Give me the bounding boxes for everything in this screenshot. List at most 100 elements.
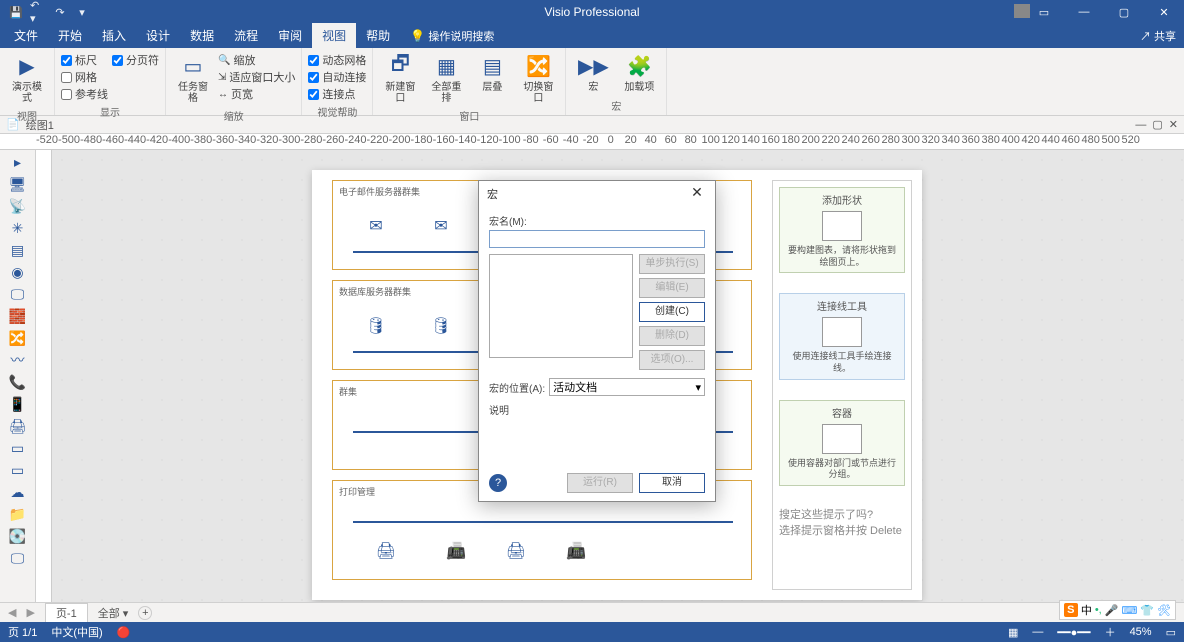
- copier-icon[interactable]: 🖨: [503, 541, 529, 561]
- autoconnect-checkbox[interactable]: 自动连接: [308, 69, 366, 85]
- task-pane-button[interactable]: ▭ 任务窗格: [172, 50, 214, 106]
- mail-server-icon[interactable]: ✉: [428, 216, 454, 236]
- add-page-button[interactable]: +: [138, 606, 152, 620]
- shape-switch-icon[interactable]: 🔀: [8, 330, 28, 346]
- shape-firewall-icon[interactable]: 🧱: [8, 308, 28, 324]
- next-page-icon[interactable]: ▶: [26, 606, 34, 619]
- fit-page-icon[interactable]: ▭: [1166, 626, 1176, 639]
- cascade-button[interactable]: ▤层叠: [471, 50, 513, 95]
- tab-design[interactable]: 设计: [136, 23, 180, 48]
- shape-printer-icon[interactable]: 🖨: [8, 418, 28, 434]
- tab-home[interactable]: 开始: [48, 23, 92, 48]
- language-status[interactable]: 中文(中国): [51, 624, 102, 640]
- tab-insert[interactable]: 插入: [92, 23, 136, 48]
- undo-icon[interactable]: ↶ ▾: [30, 4, 46, 20]
- zoom-in-icon[interactable]: ＋: [1105, 624, 1116, 640]
- ime-tools-icon[interactable]: 🛠: [1157, 604, 1171, 617]
- macro-location-select[interactable]: 活动文档▾: [549, 378, 705, 396]
- page-width-button[interactable]: ↔ 页宽: [218, 86, 295, 102]
- zoom-button[interactable]: 🔍 缩放: [218, 52, 295, 68]
- shape-more2-icon[interactable]: ▭: [8, 462, 28, 478]
- create-button[interactable]: 创建(C): [639, 302, 705, 322]
- shape-more1-icon[interactable]: ▭: [8, 440, 28, 456]
- tab-data[interactable]: 数据: [180, 23, 224, 48]
- shapes-strip[interactable]: ▸ 🖥 📡 ✳ ▤ ◉ 🖵 🧱 🔀 〰 📞 📱 🖨 ▭ ▭ ☁ 📁 💽 🖵: [0, 150, 36, 602]
- zoom-level[interactable]: 45%: [1130, 626, 1152, 638]
- redo-icon[interactable]: ↷: [52, 4, 68, 20]
- user-avatar[interactable]: [1014, 4, 1030, 18]
- arrange-all-button[interactable]: ▦全部重排: [425, 50, 467, 106]
- pagebreaks-checkbox[interactable]: 分页符: [112, 52, 159, 68]
- shape-router-icon[interactable]: ◉: [8, 264, 28, 280]
- shape-cloud-icon[interactable]: ☁: [8, 484, 28, 500]
- shape-chevron-icon[interactable]: ▸: [8, 154, 28, 170]
- delete-button[interactable]: 删除(D): [639, 326, 705, 346]
- prev-page-icon[interactable]: ◀: [8, 606, 16, 619]
- conn-points-checkbox[interactable]: 连接点: [308, 86, 366, 102]
- ime-mode[interactable]: 中: [1081, 602, 1092, 618]
- doc-close-icon[interactable]: ✕: [1169, 118, 1178, 131]
- presentation-mode-button[interactable]: ▶ 演示模式: [6, 50, 48, 106]
- database-icon[interactable]: 🛢: [363, 316, 389, 336]
- grid-checkbox[interactable]: 网格: [61, 69, 108, 85]
- shape-tablet-icon[interactable]: 📱: [8, 396, 28, 412]
- macro-name-input[interactable]: [489, 230, 705, 248]
- zoom-slider[interactable]: ━━●━━: [1057, 626, 1090, 639]
- guides-checkbox[interactable]: 参考线: [61, 86, 108, 102]
- close-icon[interactable]: ✕: [1144, 0, 1184, 24]
- dialog-titlebar[interactable]: 宏 ✕: [479, 181, 715, 207]
- doc-restore-icon[interactable]: ▢: [1152, 118, 1162, 131]
- tab-process[interactable]: 流程: [224, 23, 268, 48]
- shape-monitor-icon[interactable]: 🖵: [8, 286, 28, 302]
- shape-rack-icon[interactable]: ▤: [8, 242, 28, 258]
- share-button[interactable]: ↗ 共享: [1140, 28, 1176, 44]
- database-icon[interactable]: 🛢: [428, 316, 454, 336]
- scanner-icon[interactable]: 📠: [443, 541, 469, 561]
- tab-view[interactable]: 视图: [312, 23, 356, 48]
- shape-display-icon[interactable]: 🖵: [8, 550, 28, 566]
- view-mode-icon[interactable]: ▦: [1008, 626, 1018, 639]
- all-pages-tab[interactable]: 全部 ▾: [98, 605, 129, 621]
- printer-icon[interactable]: 🖨: [373, 541, 399, 561]
- zoom-out-icon[interactable]: —: [1032, 626, 1043, 638]
- tab-file[interactable]: 文件: [4, 23, 48, 48]
- ribbon-options-icon[interactable]: ▭: [1024, 0, 1064, 24]
- new-window-button[interactable]: 🗗新建窗口: [379, 50, 421, 106]
- shape-wifi-icon[interactable]: 📡: [8, 198, 28, 214]
- shape-folder-icon[interactable]: 📁: [8, 506, 28, 522]
- macros-button[interactable]: ▶▶宏: [572, 50, 614, 95]
- qat-more-icon[interactable]: ▾: [74, 4, 90, 20]
- shape-star-icon[interactable]: ✳: [8, 220, 28, 236]
- run-button[interactable]: 运行(R): [567, 473, 633, 493]
- ruler-checkbox[interactable]: 标尺: [61, 52, 108, 68]
- addons-button[interactable]: 🧩加载项: [618, 50, 660, 95]
- fax-icon[interactable]: 📠: [563, 541, 589, 561]
- mail-server-icon[interactable]: ✉: [363, 216, 389, 236]
- save-icon[interactable]: 💾: [8, 4, 24, 20]
- shape-server-icon[interactable]: 🖥: [8, 176, 28, 192]
- maximize-icon[interactable]: ▢: [1104, 0, 1144, 24]
- step-button[interactable]: 单步执行(S): [639, 254, 705, 274]
- doc-minimize-icon[interactable]: —: [1135, 119, 1146, 131]
- fit-window-button[interactable]: ⇲ 适应窗口大小: [218, 69, 295, 85]
- options-button[interactable]: 选项(O)...: [639, 350, 705, 370]
- ime-punct-icon[interactable]: •,: [1095, 604, 1102, 616]
- tell-me[interactable]: 💡 操作说明搜索: [400, 24, 504, 48]
- ime-keyboard-icon[interactable]: ⌨: [1121, 604, 1137, 617]
- tab-help[interactable]: 帮助: [356, 23, 400, 48]
- shape-disk-icon[interactable]: 💽: [8, 528, 28, 544]
- shape-phone-icon[interactable]: 📞: [8, 374, 28, 390]
- ime-voice-icon[interactable]: 🎤: [1105, 604, 1119, 617]
- cancel-button[interactable]: 取消: [639, 473, 705, 493]
- shape-line-icon[interactable]: 〰: [8, 352, 28, 368]
- dynamic-grid-checkbox[interactable]: 动态网格: [308, 52, 366, 68]
- ime-skin-icon[interactable]: 👕: [1140, 604, 1154, 617]
- switch-window-button[interactable]: 🔀切换窗口: [517, 50, 559, 106]
- help-icon[interactable]: ?: [489, 474, 507, 492]
- minimize-icon[interactable]: —: [1064, 0, 1104, 24]
- page-tab[interactable]: 页-1: [45, 603, 88, 623]
- tab-review[interactable]: 审阅: [268, 23, 312, 48]
- ime-toolbar[interactable]: S 中 •, 🎤 ⌨ 👕 🛠: [1059, 600, 1176, 620]
- macro-list[interactable]: [489, 254, 633, 358]
- macro-record-icon[interactable]: 🔴: [117, 626, 131, 639]
